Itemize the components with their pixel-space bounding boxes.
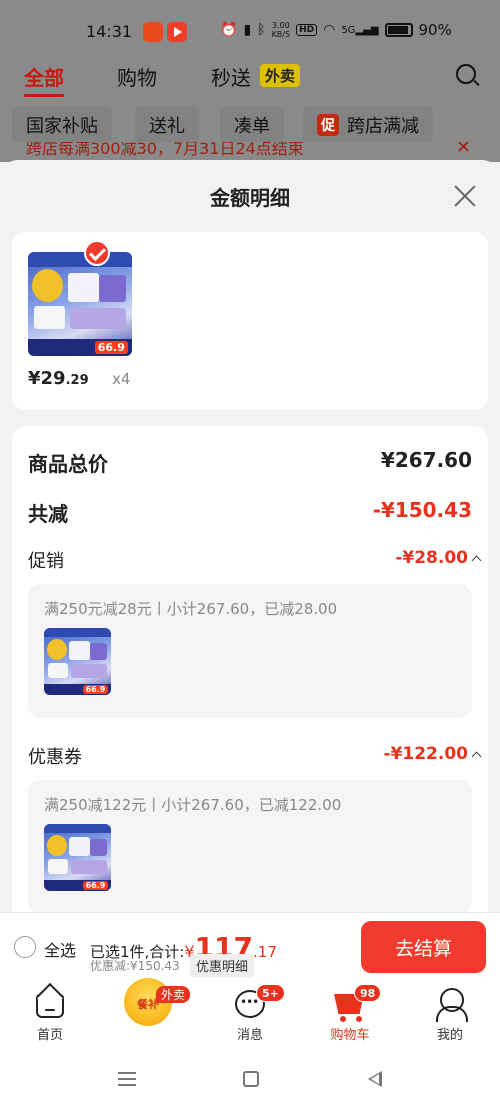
signal-icon: 5G▂▄▆: [341, 24, 379, 36]
promo-detail-text: 满250元减28元丨小计267.60，已减28.00: [44, 600, 338, 618]
coupon-image-price: 66.9: [82, 880, 109, 890]
checkout-bar: 全选 已选1件,合计:¥117.17 优惠减:¥150.43 优惠明细 去结算: [0, 912, 500, 982]
wifi-icon: ◠: [323, 22, 336, 38]
banner-text: 跨店每满300减30，7月31日24点结束: [26, 142, 304, 158]
coupon-product-image: 66.9: [44, 824, 111, 891]
net-speed: 3.00 KB/S: [271, 21, 291, 39]
subsidy-badge: 外卖: [156, 986, 191, 1003]
hd-icon: HD: [296, 24, 318, 36]
coupon-detail-box: 满250减122元丨小计267.60，已减122.00 66.9: [28, 780, 472, 913]
promo-icon: 促: [317, 114, 339, 136]
chip-gift[interactable]: 送礼: [135, 106, 199, 144]
coupon-label: 优惠券: [28, 747, 82, 768]
promo-product-image: 66.9: [44, 628, 111, 695]
bottom-tab-bar: 首页 餐补 外卖 5+ 消息 98 购物车 我的: [0, 978, 500, 1048]
tab-cart[interactable]: 98 购物车: [300, 982, 400, 1048]
home-icon: [36, 994, 64, 1018]
product-qty: x4: [112, 370, 131, 388]
video-app-icon: [167, 22, 187, 42]
promo-image-price: 66.9: [82, 684, 109, 694]
promo-detail-box: 满250元减28元丨小计267.60，已减28.00 66.9: [28, 584, 472, 718]
chip-bundle[interactable]: 凑单: [220, 106, 284, 144]
bluetooth-icon: ᛒ: [257, 22, 266, 38]
select-all-radio[interactable]: [14, 936, 36, 958]
menu-icon[interactable]: [118, 1072, 136, 1086]
alarm-icon: ⏰: [220, 22, 238, 38]
reduce-label: 共减: [28, 502, 68, 526]
tab-shopping[interactable]: 购物: [117, 62, 157, 91]
status-time: 14:31: [86, 22, 133, 41]
battery-icon: [384, 23, 413, 37]
total-value: ¥267.60: [380, 448, 472, 472]
chevron-up-icon[interactable]: [471, 555, 482, 566]
cart-badge: 98: [354, 984, 382, 1002]
product-price: ¥29.29: [28, 368, 89, 389]
promo-value[interactable]: -¥28.00: [395, 548, 468, 568]
vibrate-icon: ▮: [243, 22, 252, 38]
promo-label: 促销: [28, 551, 64, 572]
express-tag: 外卖: [260, 64, 301, 87]
promo-banner: 跨店每满300减30，7月31日24点结束 ✕: [0, 142, 500, 162]
chip-national-subsidy[interactable]: 国家补贴: [12, 106, 112, 144]
discount-text: 优惠减:¥150.43: [90, 959, 180, 973]
checkout-button[interactable]: 去结算: [361, 921, 486, 973]
messages-badge: 5+: [256, 984, 285, 1002]
total-label: 商品总价: [28, 452, 108, 476]
summary-card: 商品总价 ¥267.60 共减 -¥150.43 促销 -¥28.00 满250…: [12, 426, 488, 913]
tab-home[interactable]: 首页: [0, 982, 100, 1048]
status-icons: ⏰ ▮ ᛒ 3.00 KB/S HD ◠ 5G▂▄▆ 90%: [220, 21, 452, 39]
chip-cross-store[interactable]: 促跨店满减: [303, 106, 433, 144]
banner-close-icon[interactable]: ✕: [456, 142, 471, 158]
coupon-value[interactable]: -¥122.00: [384, 744, 469, 764]
close-icon[interactable]: [454, 185, 476, 207]
tab-meal-subsidy[interactable]: 餐补 外卖: [100, 978, 200, 1048]
tab-all-underline: [24, 94, 64, 97]
user-icon: [436, 988, 468, 1022]
tab-all[interactable]: 全部: [24, 62, 64, 91]
selected-check-icon[interactable]: [84, 240, 110, 266]
top-tabs: 全部 购物 秒送: [0, 50, 500, 100]
tab-messages[interactable]: 5+ 消息: [200, 982, 300, 1048]
product-card: 66.9 ¥29.29 x4: [12, 232, 488, 410]
status-app-icons: [143, 22, 187, 42]
sheet-title: 金额明细: [210, 186, 290, 210]
home-square-icon[interactable]: [243, 1071, 259, 1087]
shopping-app-icon: [143, 22, 163, 42]
tab-express[interactable]: 秒送: [211, 62, 251, 91]
select-all-label[interactable]: 全选: [44, 937, 76, 961]
reduce-value: -¥150.43: [372, 498, 472, 522]
product-image-price: 66.9: [94, 340, 128, 354]
search-icon[interactable]: [456, 64, 476, 84]
battery-percent: 90%: [418, 21, 452, 39]
tab-me[interactable]: 我的: [400, 982, 500, 1048]
coupon-detail-text: 满250减122元丨小计267.60，已减122.00: [44, 796, 342, 814]
system-nav-bar: [0, 1048, 500, 1111]
product-image[interactable]: 66.9: [28, 252, 132, 356]
back-icon[interactable]: [368, 1071, 382, 1087]
discount-detail-button[interactable]: 优惠明细: [190, 954, 255, 977]
chevron-up-icon[interactable]: [471, 751, 482, 762]
amount-detail-sheet: 金额明细 66.9 ¥29.29 x4 商品总价 ¥267.60 共减 -¥15…: [0, 160, 500, 913]
